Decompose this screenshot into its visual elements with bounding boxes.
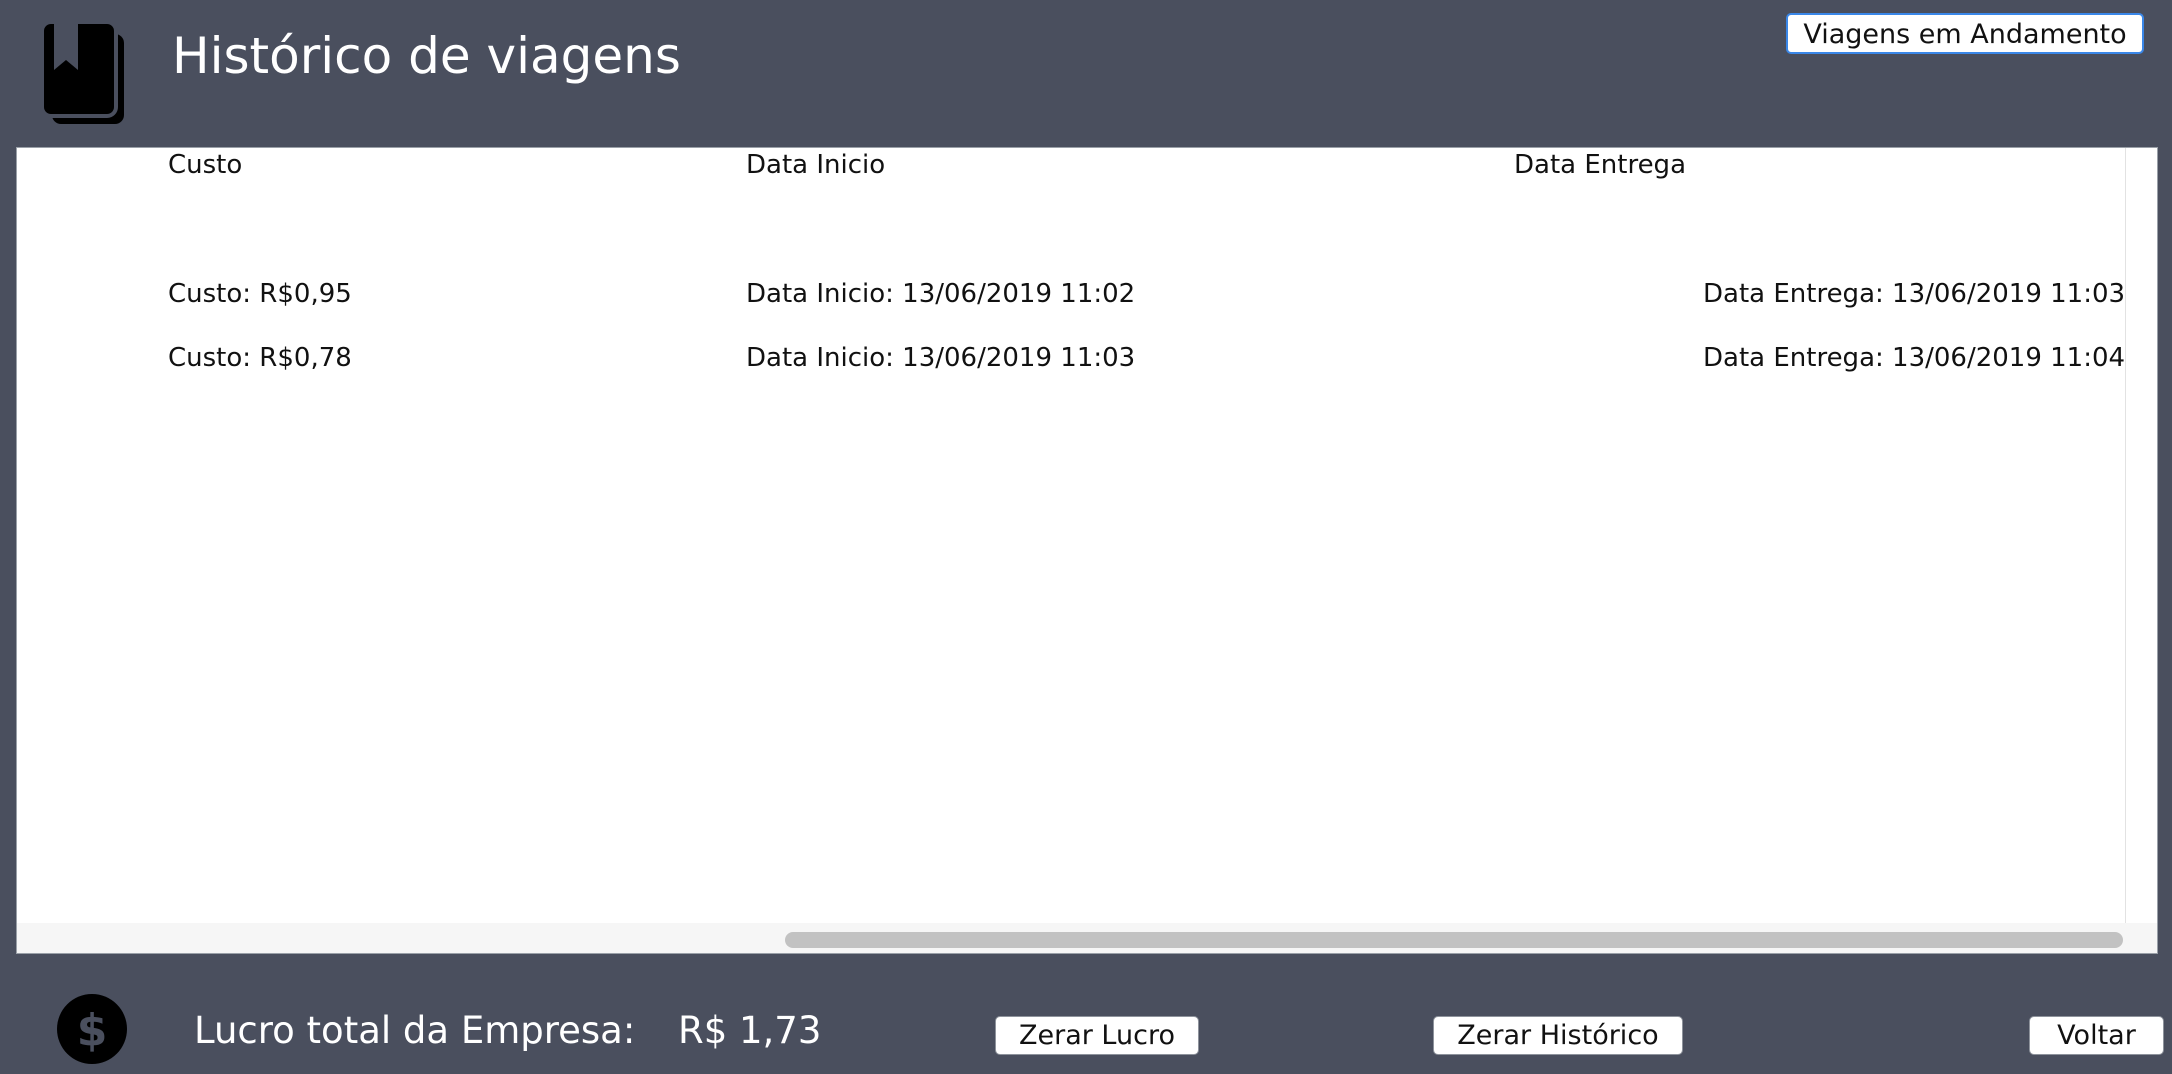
page-title: Histórico de viagens bbox=[172, 27, 681, 85]
history-list[interactable]: Custo Data Inicio Data Entrega Custo: R$… bbox=[17, 148, 2126, 924]
row-custo: Custo: R$0,78 bbox=[168, 343, 352, 373]
back-button[interactable]: Voltar bbox=[2029, 1016, 2164, 1055]
horizontal-scrollbar[interactable] bbox=[17, 923, 2157, 953]
row-data-inicio: Data Inicio: 13/06/2019 11:03 bbox=[746, 343, 1136, 373]
row-data-entrega: Data Entrega: 13/06/2019 11:04 bbox=[1703, 343, 2126, 373]
trips-in-progress-button[interactable]: Viagens em Andamento bbox=[1786, 13, 2144, 54]
column-header-custo: Custo bbox=[168, 150, 243, 180]
row-data-entrega: Data Entrega: 13/06/2019 11:03 bbox=[1703, 279, 2126, 309]
book-icon bbox=[40, 20, 124, 124]
dollar-icon: $ bbox=[57, 994, 127, 1064]
svg-text:$: $ bbox=[77, 1005, 108, 1056]
scrollbar-thumb[interactable] bbox=[785, 932, 2123, 948]
row-custo: Custo: R$0,95 bbox=[168, 279, 352, 309]
column-header-data-entrega: Data Entrega bbox=[1514, 150, 1686, 180]
history-window: Histórico de viagens Viagens em Andament… bbox=[0, 0, 2172, 1074]
history-list-panel: Custo Data Inicio Data Entrega Custo: R$… bbox=[16, 147, 2158, 954]
row-data-inicio: Data Inicio: 13/06/2019 11:02 bbox=[746, 279, 1136, 309]
reset-history-button[interactable]: Zerar Histórico bbox=[1433, 1016, 1683, 1055]
profit-value: R$ 1,73 bbox=[678, 1009, 822, 1052]
profit-label: Lucro total da Empresa: bbox=[194, 1009, 636, 1052]
column-header-data-inicio: Data Inicio bbox=[746, 150, 886, 180]
reset-profit-button[interactable]: Zerar Lucro bbox=[995, 1016, 1199, 1055]
